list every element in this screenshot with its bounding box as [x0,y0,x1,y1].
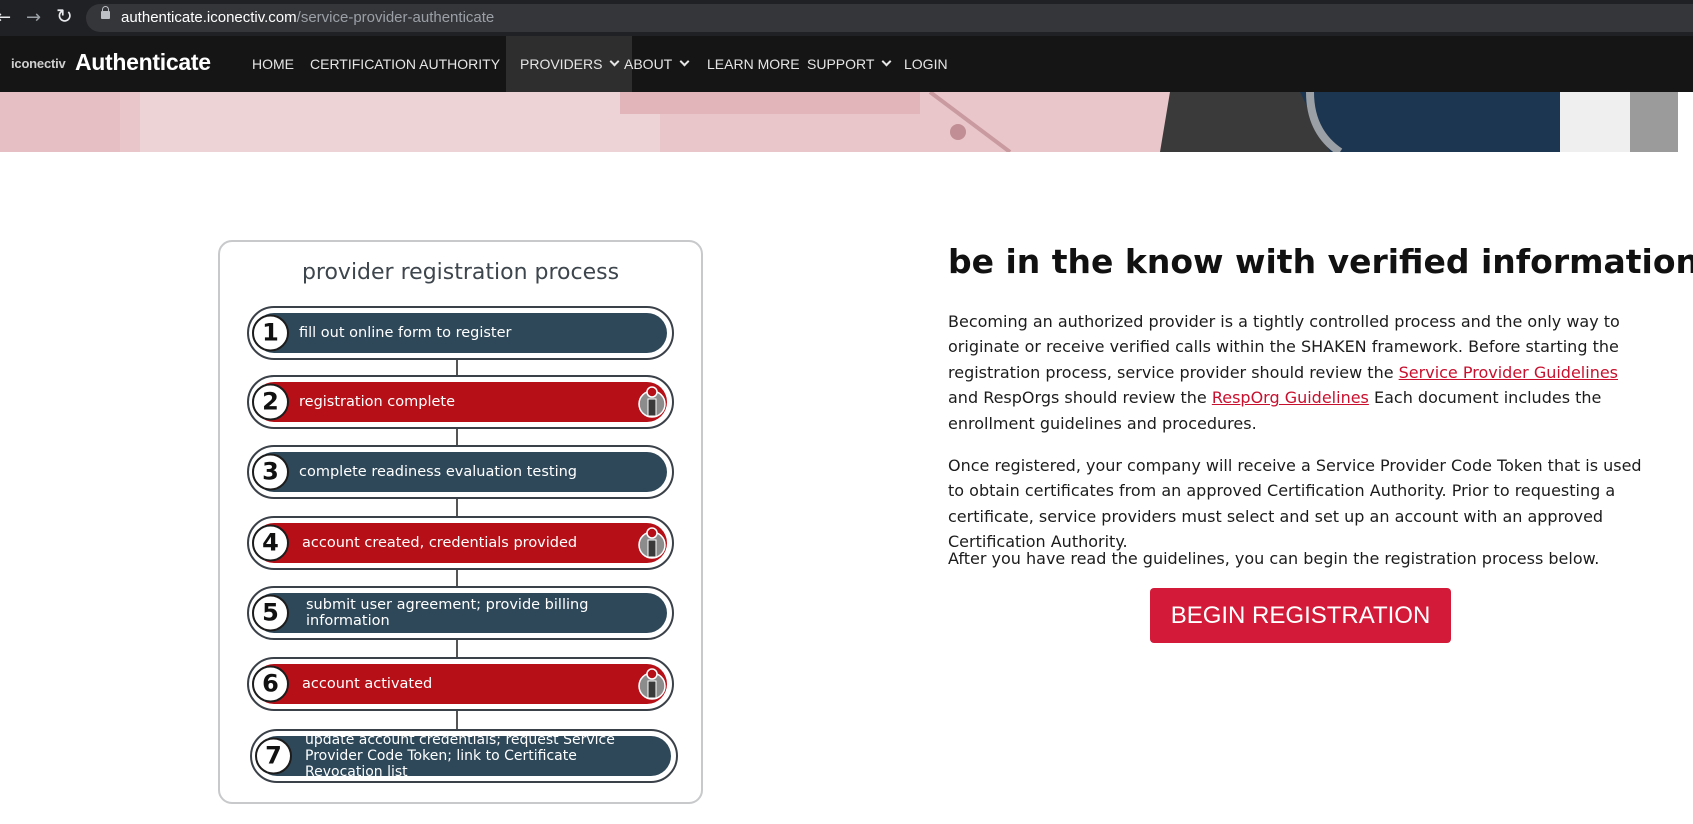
reload-icon[interactable]: ↻ [56,6,73,26]
nav-item-label: LEARN MORE [707,56,800,72]
nav-item-providers[interactable]: PROVIDERS [506,36,633,92]
step-text: account created, credentials provided [302,535,578,551]
url-path: /service-provider-authenticate [296,9,495,26]
nav-item-login[interactable]: LOGIN [904,36,948,92]
step-number: 5 [252,594,289,632]
step-connector [456,429,458,445]
nav-item-about[interactable]: ABOUT [624,36,690,92]
hero-illustration [0,92,1693,152]
step-connector [456,499,458,516]
step-text: account activated [302,676,433,692]
site-navbar: iconectiv Authenticate HOME CERTIFICATIO… [0,36,1693,92]
begin-instruction-paragraph: After you have read the guidelines, you … [948,549,1600,568]
intro-text: and RespOrgs should review the [948,388,1212,408]
hero-banner-image [0,92,1693,152]
step-number: 6 [252,665,289,703]
service-provider-guidelines-link[interactable]: Service Provider Guidelines [1399,363,1618,382]
nav-item-home[interactable]: HOME [252,36,294,92]
diagram-title: provider registration process [301,260,620,285]
step-text: submit user agreement; provide billing i… [306,597,589,629]
step-text: complete readiness evaluation testing [299,464,577,480]
resporg-guidelines-link[interactable]: RespOrg Guidelines [1212,388,1369,407]
lock-icon[interactable] [101,6,110,19]
registration-info-paragraph: Once registered, your company will recei… [948,456,1642,552]
nav-item-learn-more[interactable]: LEARN MORE [707,36,800,92]
nav-item-label: PROVIDERS [520,56,603,72]
iconectiv-i-icon [638,386,666,418]
registration-step-6: 6 account activated [247,657,674,711]
step-text: fill out online form to register [299,325,512,341]
step-text: registration complete [299,394,455,410]
nav-item-certification-authority[interactable]: CERTIFICATION AUTHORITY [310,36,518,92]
nav-item-support[interactable]: SUPPORT [807,36,892,92]
iconectiv-i-icon [638,527,666,559]
nav-item-label: LOGIN [904,56,948,72]
step-connector [456,711,458,729]
step-connector [456,640,458,657]
forward-arrow-icon[interactable]: → [26,8,41,28]
step-number: 3 [252,453,289,491]
address-url[interactable]: authenticate.iconectiv.com/service-provi… [121,9,494,26]
registration-step-5: 5 submit user agreement; provide billing… [247,586,674,640]
step-connector [456,570,458,586]
page-headline: be in the know with verified information [948,242,1693,281]
registration-step-3: 3 complete readiness evaluation testing [247,445,674,499]
intro-paragraph: Becoming an authorized provider is a tig… [948,309,1648,436]
step-number: 7 [255,737,292,775]
registration-step-4: 4 account created, credentials provided [247,516,674,570]
back-arrow-icon[interactable]: ← [0,8,11,28]
browser-toolbar: ← → ↻ authenticate.iconectiv.com/service… [0,0,1693,36]
registration-step-1: 1 fill out online form to register [247,306,674,360]
registration-step-7: 7 update account credentials; request Se… [250,729,678,783]
chevron-down-icon [679,56,690,67]
step-text: update account credentials; request Serv… [305,732,615,780]
nav-item-label: SUPPORT [807,56,875,72]
nav-item-label: CERTIFICATION AUTHORITY [310,56,501,72]
brand-logo-small[interactable]: iconectiv [11,56,66,71]
step-number: 2 [252,383,289,421]
url-host: authenticate.iconectiv.com [121,9,297,26]
nav-item-label: HOME [252,56,294,72]
registration-step-2: 2 registration complete [247,375,674,429]
brand-logo-authenticate[interactable]: Authenticate [75,49,211,76]
step-connector [456,359,458,375]
step-number: 1 [252,314,289,352]
nav-item-label: ABOUT [624,56,673,72]
step-number: 4 [252,524,289,562]
iconectiv-i-icon [638,668,666,700]
begin-registration-button[interactable]: BEGIN REGISTRATION [1150,588,1451,643]
chevron-down-icon [610,56,620,67]
chevron-down-icon [881,56,892,67]
